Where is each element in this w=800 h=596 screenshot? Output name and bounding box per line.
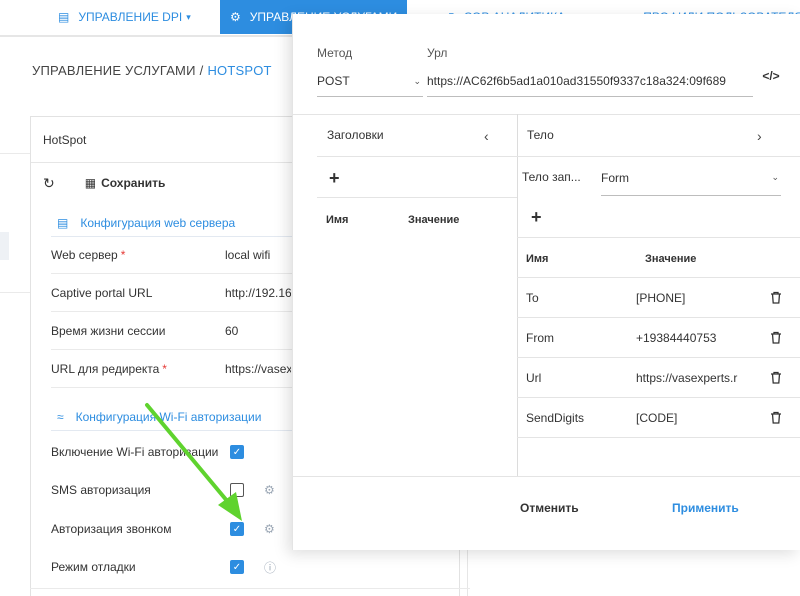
cogs-icon[interactable]: ⚙ [264, 522, 275, 536]
divider [517, 237, 800, 238]
param-name[interactable]: SendDigits [517, 411, 636, 425]
sidebar-edge [0, 232, 9, 260]
field-redirect-url[interactable]: URL для редиректа* https://vasexperts.ru [51, 350, 331, 388]
headers-col-name: Имя [326, 214, 349, 226]
breadcrumb-current[interactable]: HOTSPOT [207, 63, 271, 78]
table-row: SendDigits [CODE] [517, 398, 800, 438]
method-value: POST [317, 74, 350, 88]
section-web-server: ▤ Конфигурация web сервера [51, 209, 311, 237]
section-title: Конфигурация web сервера [80, 215, 236, 230]
apply-button[interactable]: Применить [672, 501, 739, 515]
wifi-icon: ≈ [57, 409, 64, 424]
divider [0, 292, 30, 293]
cancel-button[interactable]: Отменить [520, 501, 579, 515]
url-label: Урл [427, 46, 448, 60]
checkbox-label: Режим отладки [51, 560, 136, 574]
row-debug-mode: Режим отладки ✓ ⓘ [51, 548, 311, 586]
cogs-icon: ⚙ [230, 10, 241, 24]
body-type-value: Form [601, 170, 629, 185]
debug-mode-checkbox[interactable]: ✓ [230, 560, 244, 574]
param-value[interactable]: [PHONE] [636, 291, 766, 305]
field-session-lifetime[interactable]: Время жизни сессии 60 [51, 312, 331, 350]
web-server-select[interactable]: local wifi [225, 248, 291, 262]
breadcrumb-separator: / [199, 63, 204, 78]
divider [0, 153, 30, 154]
field-web-server[interactable]: Web сервер * local wifi [51, 236, 331, 274]
row-sms-auth: SMS авторизация ⚙ [51, 471, 311, 509]
trash-icon[interactable] [766, 331, 786, 344]
checkbox-label: Авторизация звонком [51, 522, 172, 536]
table-row: To [PHONE] [517, 278, 800, 318]
breadcrumb: УПРАВЛЕНИЕ УСЛУГАМИ / HOTSPOT [32, 63, 272, 78]
table-row: Url https://vasexperts.r [517, 358, 800, 398]
row-wifi-auth-enable: Включение Wi-Fi авторизации ✓ [51, 433, 311, 471]
save-button-label: Сохранить [101, 176, 166, 190]
section-title: Конфигурация Wi-Fi авторизации [75, 409, 262, 424]
captive-portal-url-input[interactable]: http://192.168.1.1 [225, 286, 291, 300]
save-button[interactable]: ▦ Сохранить [85, 176, 166, 190]
help-icon[interactable]: ⓘ [264, 559, 276, 576]
add-body-param-button[interactable]: + [531, 207, 542, 228]
body-type-select[interactable]: Form ⌄ [601, 160, 781, 196]
redirect-url-input[interactable]: https://vasexperts.ru [225, 362, 291, 376]
divider [517, 156, 800, 157]
chevron-left-icon[interactable]: ‹ [484, 128, 489, 144]
chevron-down-icon: ⌄ [413, 75, 421, 86]
divider [317, 197, 517, 198]
refresh-icon[interactable]: ↻ [43, 175, 55, 192]
list-icon: ▤ [58, 10, 70, 24]
sms-auth-checkbox[interactable] [230, 483, 244, 497]
nav-item-label: УПРАВЛЕНИЕ DPI [78, 10, 183, 24]
param-value[interactable]: [CODE] [636, 411, 766, 425]
row-call-auth: Авторизация звонком ✓ ⚙ [51, 510, 311, 548]
divider [293, 114, 800, 115]
table-row: From +19384440753 [517, 318, 800, 358]
nav-item-dpi[interactable]: ▤ УПРАВЛЕНИЕ DPI ▾ [58, 0, 191, 34]
headers-col-value: Значение [408, 214, 460, 226]
call-auth-checkbox[interactable]: ✓ [230, 522, 244, 536]
body-col-name: Имя [526, 253, 549, 265]
cogs-icon[interactable]: ⚙ [264, 483, 275, 497]
session-lifetime-input[interactable]: 60 [225, 324, 291, 338]
divider [293, 476, 800, 477]
trash-icon[interactable] [766, 411, 786, 424]
section-wifi-auth: ≈ Конфигурация Wi-Fi авторизации [51, 403, 311, 431]
body-col-value: Значение [645, 253, 697, 265]
field-label: URL для редиректа * [51, 361, 167, 376]
field-label: Web сервер * [51, 247, 126, 262]
method-select[interactable]: POST ⌄ [317, 66, 423, 97]
param-value[interactable]: +19384440753 [636, 331, 766, 345]
trash-icon[interactable] [766, 371, 786, 384]
divider [30, 588, 470, 589]
panel-title: HotSpot [43, 132, 87, 147]
field-label: Время жизни сессии [51, 323, 166, 338]
field-label: Captive portal URL [51, 285, 153, 300]
caret-down-icon: ▾ [186, 11, 191, 22]
param-value[interactable]: https://vasexperts.r [636, 371, 766, 385]
field-captive-portal-url[interactable]: Captive portal URL http://192.168.1.1 [51, 274, 331, 312]
chevron-down-icon: ⌄ [771, 172, 779, 182]
save-icon: ▦ [84, 176, 97, 190]
request-config-dialog: Метод POST ⌄ Урл https://AC62f6b5ad1a010… [292, 14, 800, 550]
chevron-right-icon[interactable]: › [757, 128, 762, 144]
divider [317, 156, 517, 157]
checkbox-label: Включение Wi-Fi авторизации [51, 445, 219, 459]
param-name[interactable]: From [517, 331, 636, 345]
code-icon[interactable]: </> [761, 66, 781, 86]
body-title: Тело [527, 128, 554, 142]
url-input[interactable]: https://AC62f6b5ad1a010ad31550f9337c18a3… [427, 66, 753, 97]
checkbox-label: SMS авторизация [51, 483, 151, 497]
param-name[interactable]: Url [517, 371, 636, 385]
body-type-label: Тело зап... [522, 170, 581, 184]
method-label: Метод [317, 46, 353, 60]
server-icon: ▤ [57, 215, 69, 230]
headers-title: Заголовки [327, 128, 384, 142]
add-header-button[interactable]: + [329, 168, 340, 189]
param-name[interactable]: To [517, 291, 636, 305]
trash-icon[interactable] [766, 291, 786, 304]
breadcrumb-root[interactable]: УПРАВЛЕНИЕ УСЛУГАМИ [32, 63, 196, 78]
wifi-auth-checkbox[interactable]: ✓ [230, 445, 244, 459]
